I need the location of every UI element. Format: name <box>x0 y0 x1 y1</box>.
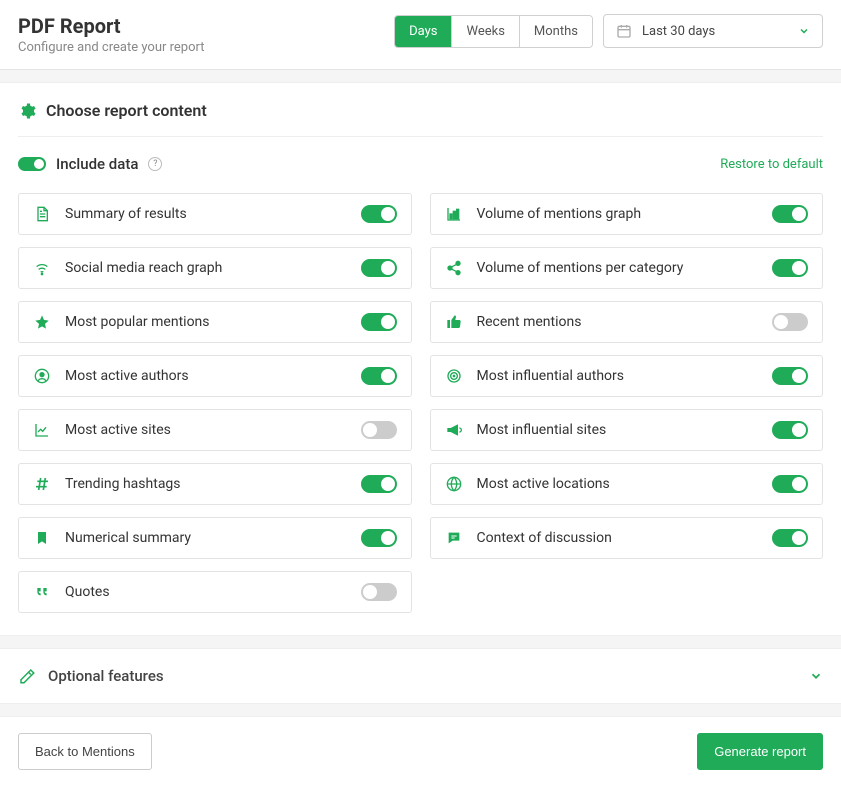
report-item-label: Most popular mentions <box>65 314 347 330</box>
date-range-picker[interactable]: Last 30 days <box>603 14 823 48</box>
report-item-toggle[interactable] <box>772 529 808 547</box>
calendar-icon <box>616 23 632 39</box>
report-item-label: Quotes <box>65 584 347 600</box>
thumbs-up-icon <box>445 314 463 330</box>
report-item-toggle[interactable] <box>361 475 397 493</box>
report-item-label: Most influential authors <box>477 368 759 384</box>
chevron-down-icon <box>798 25 810 37</box>
report-item: Volume of mentions per category <box>430 247 824 289</box>
report-item: Most active authors <box>18 355 412 397</box>
date-range-label: Last 30 days <box>642 24 788 39</box>
report-item-label: Social media reach graph <box>65 260 347 276</box>
bookmark-icon <box>33 530 51 546</box>
gear-icon <box>18 102 36 120</box>
quote-icon <box>33 584 51 600</box>
report-item-label: Volume of mentions per category <box>477 260 759 276</box>
page-subtitle: Configure and create your report <box>18 40 205 55</box>
optional-features-accordion[interactable]: Optional features <box>0 648 841 704</box>
report-item-toggle[interactable] <box>772 475 808 493</box>
share-icon <box>445 260 463 276</box>
chat-icon <box>445 530 463 546</box>
report-item-toggle[interactable] <box>772 205 808 223</box>
report-item: Most active locations <box>430 463 824 505</box>
wifi-icon <box>33 260 51 276</box>
help-icon[interactable]: ? <box>148 157 162 171</box>
target-icon <box>445 368 463 384</box>
back-button[interactable]: Back to Mentions <box>18 733 152 770</box>
timeframe-option-months[interactable]: Months <box>520 16 592 47</box>
report-item-label: Context of discussion <box>477 530 759 546</box>
report-item-label: Most influential sites <box>477 422 759 438</box>
report-item: Most active sites <box>18 409 412 451</box>
report-item: Most influential authors <box>430 355 824 397</box>
user-circle-icon <box>33 368 51 384</box>
timeframe-segmented: DaysWeeksMonths <box>394 15 593 48</box>
report-item: Social media reach graph <box>18 247 412 289</box>
report-item-toggle[interactable] <box>361 313 397 331</box>
report-item-label: Most active authors <box>65 368 347 384</box>
timeframe-option-days[interactable]: Days <box>395 16 452 47</box>
edit-icon <box>18 667 36 685</box>
report-item-label: Trending hashtags <box>65 476 347 492</box>
file-text-icon <box>33 206 51 222</box>
report-item-toggle[interactable] <box>772 259 808 277</box>
report-item-toggle[interactable] <box>361 259 397 277</box>
report-item-toggle[interactable] <box>361 583 397 601</box>
hashtag-icon <box>33 476 51 492</box>
include-data-toggle[interactable] <box>18 157 46 171</box>
generate-report-button[interactable]: Generate report <box>697 733 823 770</box>
report-item-label: Most active locations <box>477 476 759 492</box>
report-item: Volume of mentions graph <box>430 193 824 235</box>
chart-bar-icon <box>445 206 463 222</box>
report-item-label: Volume of mentions graph <box>477 206 759 222</box>
include-data-label: Include data <box>56 155 138 173</box>
report-item-label: Numerical summary <box>65 530 347 546</box>
report-item-toggle[interactable] <box>361 205 397 223</box>
report-item-toggle[interactable] <box>361 529 397 547</box>
page-title: PDF Report <box>18 14 205 38</box>
report-item-toggle[interactable] <box>361 421 397 439</box>
report-item: Most influential sites <box>430 409 824 451</box>
report-item: Context of discussion <box>430 517 824 559</box>
report-item: Trending hashtags <box>18 463 412 505</box>
report-item: Most popular mentions <box>18 301 412 343</box>
report-item-label: Summary of results <box>65 206 347 222</box>
report-item: Summary of results <box>18 193 412 235</box>
chevron-down-icon <box>809 669 823 683</box>
bullhorn-icon <box>445 422 463 438</box>
timeframe-option-weeks[interactable]: Weeks <box>452 16 519 47</box>
optional-features-title: Optional features <box>48 667 164 685</box>
report-item: Recent mentions <box>430 301 824 343</box>
report-item: Quotes <box>18 571 412 613</box>
restore-default-link[interactable]: Restore to default <box>720 157 823 172</box>
globe-icon <box>445 476 463 492</box>
section-title: Choose report content <box>46 101 207 120</box>
report-item-toggle[interactable] <box>772 313 808 331</box>
chart-line-icon <box>33 422 51 438</box>
star-icon <box>33 314 51 330</box>
report-item: Numerical summary <box>18 517 412 559</box>
report-item-toggle[interactable] <box>772 367 808 385</box>
report-item-toggle[interactable] <box>361 367 397 385</box>
report-item-label: Recent mentions <box>477 314 759 330</box>
report-item-toggle[interactable] <box>772 421 808 439</box>
report-item-label: Most active sites <box>65 422 347 438</box>
